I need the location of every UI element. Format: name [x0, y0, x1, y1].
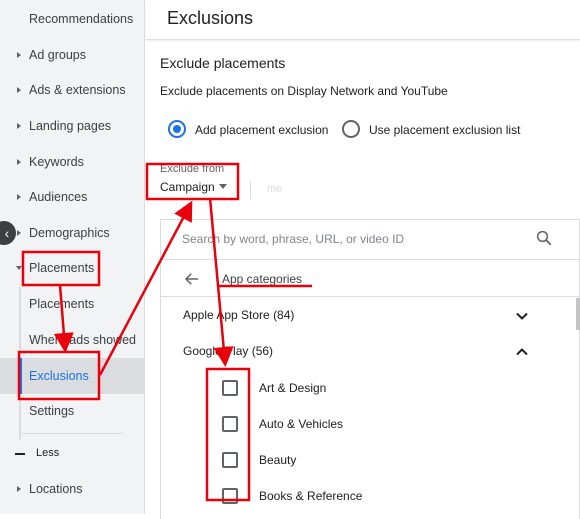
sidebar-item-label: Placements — [29, 297, 95, 311]
sidebar-item-placements[interactable]: Placements — [0, 250, 145, 286]
caret-right-icon — [17, 123, 21, 129]
caret-down-icon — [16, 266, 22, 270]
caret-right-icon — [17, 194, 21, 200]
group-label: Google Play (56) — [183, 344, 274, 358]
chevron-up-icon[interactable] — [515, 345, 529, 359]
dropdown-arrow-icon[interactable] — [219, 184, 227, 189]
arrow-back-icon[interactable] — [183, 270, 201, 288]
sidebar-subitem-where-ads-showed[interactable]: Where ads showed — [0, 322, 145, 358]
sidebar-item-label: Locations — [29, 482, 83, 496]
sidebar-item-label: Ads & extensions — [29, 83, 126, 97]
checkbox[interactable] — [222, 488, 238, 504]
exclude-from-label: Exclude from — [160, 163, 225, 175]
caret-right-icon — [17, 52, 21, 58]
sidebar-item-ad-groups[interactable]: Ad groups — [0, 37, 145, 73]
list-item: Art & Design — [161, 370, 571, 406]
group-apple-app-store[interactable]: Apple App Store (84) — [161, 298, 571, 334]
caret-right-icon — [17, 230, 21, 236]
search-icon[interactable] — [535, 229, 553, 247]
divider — [22, 433, 122, 434]
item-label: Art & Design — [259, 381, 327, 395]
exclude-from-dropdown[interactable]: Campaign — [160, 180, 215, 194]
main-content: Exclude placements Exclude placements on… — [146, 41, 580, 519]
page-header: Exclusions — [146, 0, 580, 40]
sidebar-item-keywords[interactable]: Keywords — [0, 144, 145, 180]
radio-add-placement-exclusion[interactable] — [168, 120, 186, 138]
checkbox[interactable] — [222, 416, 238, 432]
radio-use-exclusion-list[interactable] — [342, 120, 360, 138]
chevron-down-icon[interactable] — [515, 309, 529, 323]
sidebar-item-label: Audiences — [29, 190, 88, 204]
caret-right-icon — [17, 159, 21, 165]
group-label: Apple App Store (84) — [183, 308, 295, 322]
sidebar-item-label: Placements — [29, 261, 95, 275]
active-indicator — [19, 358, 22, 394]
sidebar-item-ads-extensions[interactable]: Ads & extensions — [0, 72, 145, 108]
search-input[interactable] — [182, 232, 522, 246]
item-label: Auto & Vehicles — [259, 417, 344, 431]
caret-right-icon — [17, 87, 21, 93]
sidebar-item-label: Settings — [29, 404, 75, 418]
radio-label: Use placement exclusion list — [369, 123, 521, 137]
sidebar-item-label: Recommendations — [29, 12, 134, 26]
breadcrumb: App categories — [161, 261, 580, 297]
sidebar-subitem-placements[interactable]: Placements — [0, 286, 145, 322]
sidebar: Recommendations Ad groups Ads & extensio… — [0, 0, 145, 514]
section-title: Exclude placements — [160, 55, 286, 71]
list-item: Books & Reference — [161, 478, 571, 514]
sidebar-item-recommendations[interactable]: Recommendations — [0, 1, 145, 37]
scrollbar[interactable] — [576, 298, 580, 330]
sidebar-item-label: Landing pages — [29, 119, 112, 133]
sidebar-item-label: Demographics — [29, 226, 110, 240]
radio-label: Add placement exclusion — [195, 123, 329, 137]
search-row — [161, 220, 580, 260]
separator — [250, 181, 251, 199]
sidebar-item-audiences[interactable]: Audiences — [0, 179, 145, 215]
sidebar-item-label: Keywords — [29, 155, 84, 169]
minus-icon — [15, 453, 25, 455]
sidebar-item-landing-pages[interactable]: Landing pages — [0, 108, 145, 144]
sidebar-item-demographics[interactable]: Demographics — [0, 215, 145, 251]
caret-right-icon — [17, 486, 21, 492]
placement-picker: App categories Apple App Store (84) Goog… — [160, 219, 580, 519]
sidebar-item-locations[interactable]: Locations — [0, 471, 145, 507]
sidebar-item-label: Where ads showed — [29, 333, 137, 347]
breadcrumb-label: App categories — [222, 272, 303, 286]
list-item: Beauty — [161, 442, 571, 478]
item-label: Beauty — [259, 453, 297, 467]
less-toggle[interactable]: Less — [36, 447, 59, 459]
sidebar-item-label: Exclusions — [29, 369, 89, 383]
faded-field: me — [267, 183, 283, 195]
group-google-play[interactable]: Google Play (56) — [161, 334, 571, 370]
page-title: Exclusions — [167, 8, 254, 28]
sidebar-item-settings[interactable]: Settings — [0, 393, 145, 429]
checkbox[interactable] — [222, 452, 238, 468]
checkbox[interactable] — [222, 380, 238, 396]
section-description: Exclude placements on Display Network an… — [160, 84, 448, 98]
list-item: Auto & Vehicles — [161, 406, 571, 442]
sidebar-item-label: Ad groups — [29, 48, 86, 62]
item-label: Books & Reference — [259, 489, 363, 503]
